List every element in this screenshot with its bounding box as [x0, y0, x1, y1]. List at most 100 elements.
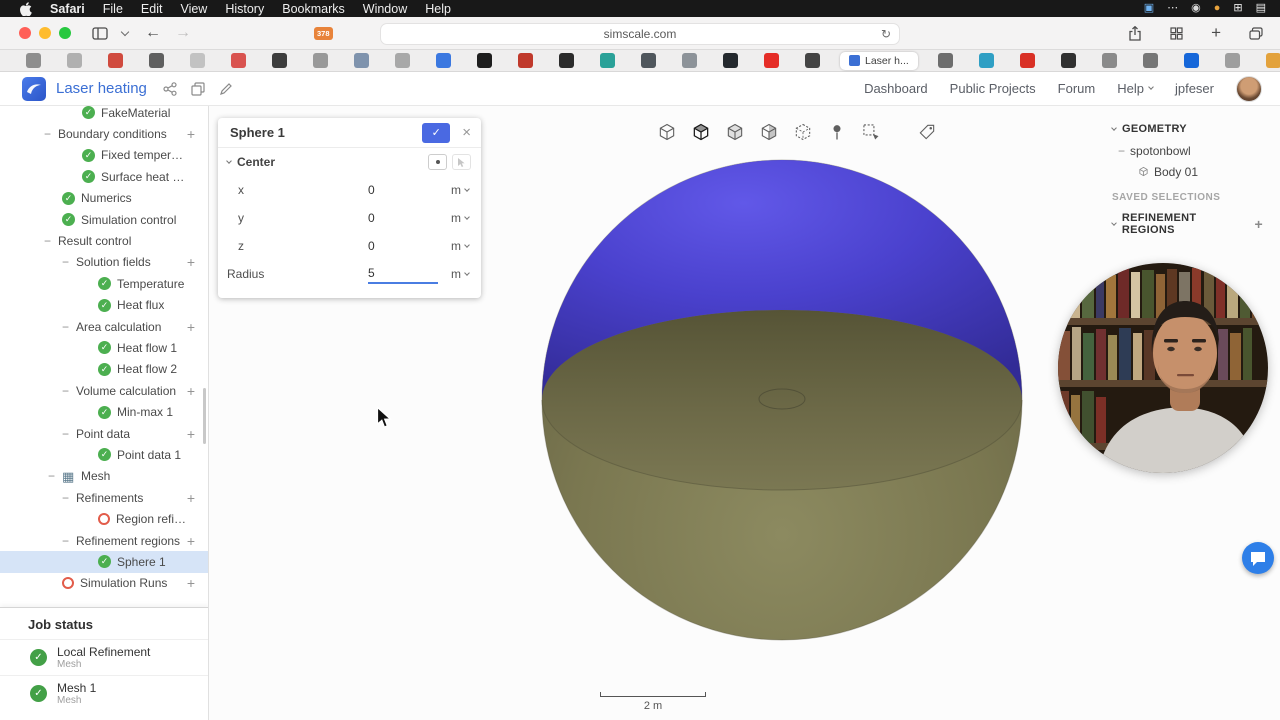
add-child-button[interactable]: + — [187, 490, 195, 506]
expander-icon[interactable] — [62, 255, 76, 269]
chevron-down-icon[interactable] — [1111, 124, 1117, 131]
unit-dropdown[interactable]: m — [451, 267, 470, 281]
pinned-tab[interactable] — [395, 53, 410, 68]
edit-title-icon[interactable] — [219, 82, 233, 96]
menubar-app-name[interactable]: Safari — [50, 2, 85, 16]
header-nav-link[interactable]: Forum — [1058, 81, 1096, 96]
close-window-button[interactable] — [19, 27, 31, 39]
status-icon[interactable]: ● — [1214, 0, 1221, 17]
pinned-tab[interactable] — [559, 53, 574, 68]
apple-logo-icon[interactable] — [20, 1, 32, 16]
unit-dropdown[interactable]: m — [451, 183, 470, 197]
pinned-tab[interactable] — [26, 53, 41, 68]
zoom-window-button[interactable] — [59, 27, 71, 39]
shaded-view-cube-button[interactable] — [689, 120, 712, 143]
pinned-tab[interactable] — [764, 53, 779, 68]
tree-item[interactable]: Sphere 1 + — [0, 551, 208, 573]
expander-icon[interactable]: − — [1118, 144, 1125, 158]
tree-item[interactable]: Solution fields + — [0, 252, 208, 273]
menubar-menu-item[interactable]: History — [225, 2, 264, 16]
pinned-tab[interactable] — [1265, 53, 1280, 68]
measure-tag-button[interactable] — [915, 120, 938, 143]
pinned-tab[interactable] — [354, 53, 369, 68]
menubar-menu-item[interactable]: View — [180, 2, 207, 16]
pinned-tab[interactable] — [937, 53, 953, 68]
add-child-button[interactable]: + — [187, 426, 195, 442]
pinned-tab[interactable] — [477, 53, 492, 68]
status-icon[interactable]: ⊞ — [1233, 0, 1242, 17]
add-child-button[interactable]: + — [187, 319, 195, 335]
geometry-item[interactable]: − spotonbowl — [1104, 140, 1280, 161]
minimize-window-button[interactable] — [39, 27, 51, 39]
menubar-menu-item[interactable]: Bookmarks — [282, 2, 345, 16]
pinned-tab[interactable] — [231, 53, 246, 68]
expander-icon[interactable] — [44, 234, 58, 248]
add-child-button[interactable]: + — [187, 533, 195, 549]
tree-item[interactable]: Heat flow 2 + — [0, 359, 208, 380]
tree-item[interactable]: Boundary conditions + — [0, 123, 208, 144]
body-item[interactable]: Body 01 — [1104, 161, 1280, 182]
forward-button[interactable]: → — [175, 24, 191, 42]
tree-item[interactable]: FakeMaterial + — [0, 106, 208, 123]
sidebar-toggle-icon[interactable] — [92, 26, 108, 40]
tree-item[interactable]: Refinements + — [0, 487, 208, 508]
add-child-button[interactable]: + — [187, 126, 195, 142]
pick-point-button[interactable] — [428, 154, 447, 170]
pinned-tab[interactable] — [1224, 53, 1240, 68]
expander-icon[interactable] — [62, 384, 76, 398]
chat-widget-button[interactable] — [1242, 542, 1274, 574]
coordinate-input[interactable] — [368, 209, 438, 227]
pinned-tab[interactable] — [805, 53, 820, 68]
faces-view-cube-button[interactable] — [723, 120, 746, 143]
pinned-tab[interactable] — [313, 53, 328, 68]
pinned-tab[interactable] — [1101, 53, 1117, 68]
expander-icon[interactable] — [48, 469, 62, 483]
add-refinement-region-button[interactable]: + — [1255, 216, 1263, 232]
header-nav-link[interactable]: Dashboard — [864, 81, 928, 96]
username[interactable]: jpfeser — [1175, 81, 1214, 96]
tree-scrollbar[interactable] — [203, 388, 206, 444]
tree-item[interactable]: Point data 1 + — [0, 444, 208, 465]
section-view-cube-button[interactable] — [757, 120, 780, 143]
status-icon[interactable]: ▤ — [1256, 0, 1266, 17]
unit-dropdown[interactable]: m — [451, 239, 470, 253]
add-child-button[interactable]: + — [187, 383, 195, 399]
extension-badge[interactable]: 378 — [314, 26, 333, 40]
coordinate-input[interactable] — [368, 237, 438, 255]
pinned-tab[interactable] — [682, 53, 697, 68]
menubar-menu-item[interactable]: Window — [363, 2, 407, 16]
chevron-down-icon[interactable] — [1111, 219, 1117, 226]
section-chevron-icon[interactable] — [226, 157, 232, 164]
tree-item[interactable]: Numerics + — [0, 188, 208, 209]
coordinate-input[interactable] — [368, 181, 438, 199]
box-select-button[interactable] — [859, 120, 882, 143]
apply-button[interactable]: ✓ — [422, 122, 451, 143]
tab-overview-icon[interactable] — [1249, 26, 1263, 40]
pinned-tab[interactable] — [723, 53, 738, 68]
menubar-menu-item[interactable]: Edit — [141, 2, 163, 16]
pinned-tab[interactable] — [1142, 53, 1158, 68]
tree-item[interactable]: Refinement regions + — [0, 530, 208, 551]
pinned-tab[interactable] — [978, 53, 994, 68]
help-menu[interactable]: Help — [1117, 81, 1154, 96]
status-icon[interactable]: ▣ — [1144, 0, 1154, 17]
add-child-button[interactable]: + — [187, 575, 195, 591]
transparent-view-cube-button[interactable] — [791, 120, 814, 143]
expander-icon[interactable] — [62, 320, 76, 334]
tree-item[interactable]: Min-max 1 + — [0, 401, 208, 422]
pinned-tab[interactable] — [108, 53, 123, 68]
new-tab-button[interactable]: + — [1211, 23, 1221, 43]
tree-item[interactable]: Surface heat flux 2 + — [0, 166, 208, 187]
share-project-icon[interactable] — [163, 81, 177, 96]
tree-item[interactable]: Point data + — [0, 423, 208, 444]
duplicate-project-icon[interactable] — [191, 81, 205, 96]
back-button[interactable]: ← — [145, 24, 161, 42]
pinned-tab[interactable] — [272, 53, 287, 68]
extensions-icon[interactable] — [1170, 26, 1183, 40]
pick-cursor-button[interactable] — [452, 154, 471, 170]
user-avatar[interactable] — [1236, 75, 1262, 102]
active-tab[interactable]: Laser h... — [840, 51, 918, 70]
status-icon[interactable]: ⋯ — [1167, 0, 1178, 17]
tree-item[interactable]: Result control + — [0, 230, 208, 251]
pinned-tab[interactable] — [641, 53, 656, 68]
